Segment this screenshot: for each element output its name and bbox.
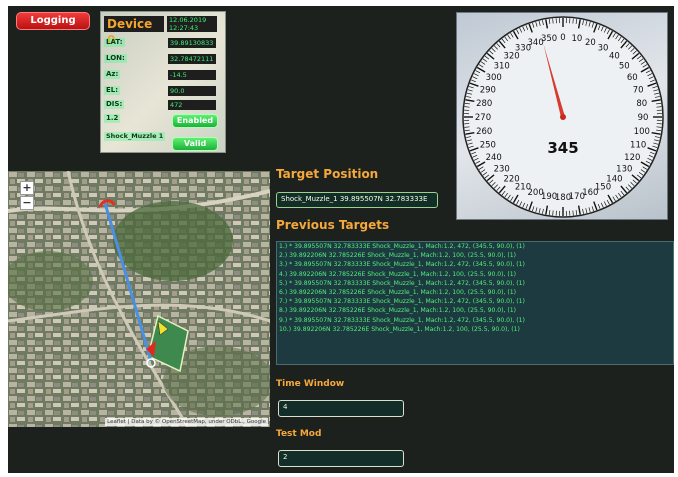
compass-panel: 0 10 20 30 40 50 60 70 80 90 100 110 120 130 140 150 160… (456, 12, 668, 220)
lat-value: 39.89130833 (168, 38, 216, 48)
zoom-in-button[interactable]: + (20, 181, 34, 195)
compass-label: 170 (569, 192, 585, 202)
app-screen: Logging Device 0 12.06.2019 12:27:43 LAT… (8, 6, 674, 473)
list-item[interactable]: 6.) 39.892206N 32.785226E Shock_Muzzle_1… (277, 288, 673, 297)
test-mod-input[interactable]: 2 (278, 450, 404, 467)
az-value: -14.5 (168, 70, 216, 80)
compass-label: 100 (634, 127, 650, 137)
device-time: 12:27:43 (167, 24, 217, 32)
compass-label: 240 (486, 153, 502, 163)
map-image (8, 171, 270, 427)
compass-label: 70 (633, 86, 644, 96)
compass-label: 300 (486, 73, 502, 83)
compass-label: 280 (476, 99, 492, 109)
compass-value: 345 (547, 139, 578, 157)
valid-button[interactable]: Valid (172, 137, 218, 151)
previous-targets-heading: Previous Targets (276, 218, 390, 232)
target-name-label: Shock_Muzzle 1 (104, 132, 166, 141)
list-item[interactable]: 7.) * 39.895507N 32.783333E Shock_Muzzle… (277, 297, 673, 306)
compass-label: 110 (630, 140, 646, 150)
compass-label: 310 (494, 62, 510, 72)
el-value: 90.0 (168, 86, 216, 96)
dis-value: 472 (168, 100, 216, 110)
list-item[interactable]: 3.) * 39.895507N 32.783333E Shock_Muzzle… (277, 260, 673, 269)
target-position-field: Shock_Muzzle_1 39.895507N 32.783333E (276, 192, 438, 208)
compass-label: 90 (638, 113, 649, 123)
time-window-input[interactable]: 4 (278, 400, 404, 417)
el-label: EL: (104, 86, 121, 95)
compass-label: 0 (560, 33, 565, 43)
compass-label: 130 (616, 164, 632, 174)
enabled-button[interactable]: Enabled (172, 114, 218, 128)
list-item[interactable]: 1.) * 39.895507N 32.783333E Shock_Muzzle… (277, 242, 673, 251)
list-item[interactable]: 9.) * 39.895507N 32.783333E Shock_Muzzle… (277, 316, 673, 325)
compass-label: 270 (475, 113, 491, 123)
device-title: Device 0 (104, 16, 164, 47)
time-window-label: Time Window (276, 379, 345, 389)
target-position-heading: Target Position (276, 167, 379, 181)
compass-label: 120 (624, 153, 640, 163)
lat-label: LAT: (104, 38, 125, 47)
dis-label: DIS: (104, 100, 125, 109)
compass-label: 180 (555, 193, 571, 203)
az-label: Az: (104, 70, 121, 79)
list-item[interactable]: 10.) 39.892206N 32.785226E Shock_Muzzle_… (277, 325, 673, 334)
list-item[interactable]: 8.) 39.892206N 32.785226E Shock_Muzzle_1… (277, 306, 673, 315)
compass-label: 10 (571, 34, 582, 44)
compass-label: 230 (494, 164, 510, 174)
lon-label: LON: (104, 54, 127, 63)
device-panel: Device 0 12.06.2019 12:27:43 LAT: 39.891… (100, 11, 226, 153)
compass-label: 50 (619, 62, 630, 72)
device-date: 12.06.2019 (167, 16, 217, 24)
map-panel[interactable]: + − Leaflet | Data by © OpenStreetMap, u… (8, 171, 270, 427)
list-item[interactable]: 4.) 39.892206N 32.785226E Shock_Muzzle_1… (277, 270, 673, 279)
logging-button[interactable]: Logging (16, 12, 90, 30)
compass-label: 290 (480, 86, 496, 96)
compass-label: 20 (585, 38, 596, 48)
compass-label: 350 (541, 34, 557, 44)
test-mod-label: Test Mod (276, 429, 322, 439)
compass-label: 80 (636, 99, 647, 109)
compass-label: 60 (627, 73, 638, 83)
compass-label: 40 (609, 52, 620, 62)
previous-targets-list[interactable]: 1.) * 39.895507N 32.783333E Shock_Muzzle… (276, 241, 674, 365)
list-item[interactable]: 2.) 39.892206N 32.785226E Shock_Muzzle_1… (277, 251, 673, 260)
compass-label: 250 (480, 140, 496, 150)
list-item[interactable]: 5.) * 39.895507N 32.783333E Shock_Muzzle… (277, 279, 673, 288)
compass-label: 30 (598, 44, 609, 54)
compass-label: 260 (476, 127, 492, 137)
lon-value: 32.78472111 (168, 54, 216, 64)
map-attribution[interactable]: Leaflet | Data by © OpenStreetMap, under… (105, 418, 268, 426)
mach-label: 1.2 (104, 114, 121, 123)
zoom-out-button[interactable]: − (20, 196, 34, 210)
compass-label: 220 (503, 174, 519, 184)
compass-gauge: 0 10 2030405060708090100110120130140150160… (462, 16, 664, 218)
